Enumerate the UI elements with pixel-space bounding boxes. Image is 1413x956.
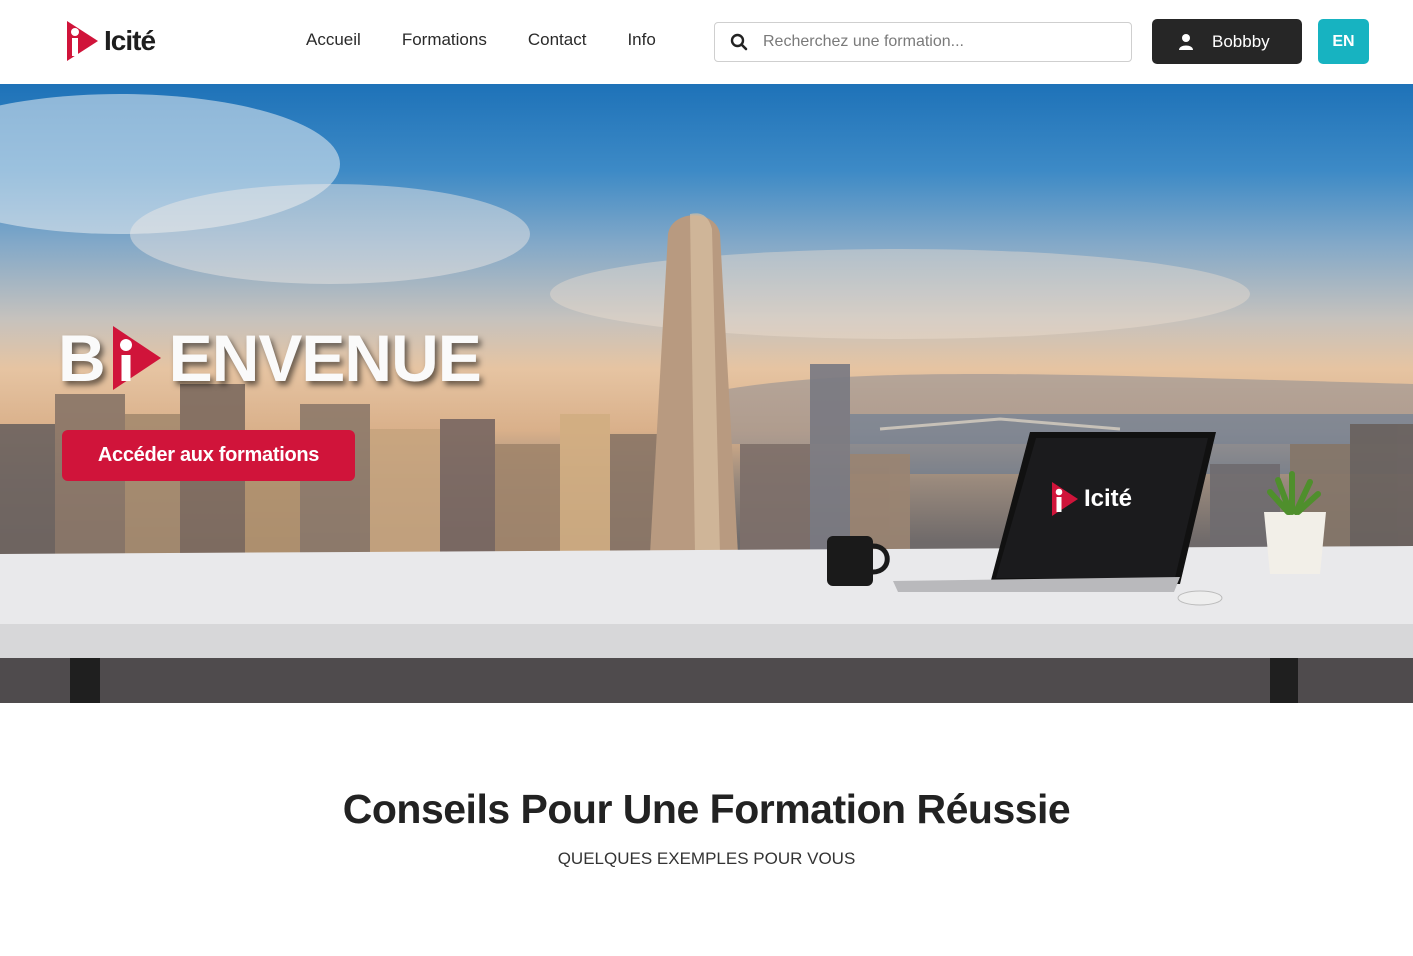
hero-welcome-title: B ENVENUE bbox=[58, 321, 482, 395]
section-subtitle: QUELQUES EXEMPLES POUR VOUS bbox=[557, 849, 856, 868]
search-icon[interactable] bbox=[715, 23, 763, 61]
logo-mark-icon bbox=[112, 326, 161, 390]
hero-banner: Icité B ENVENUE Accéder aux formations bbox=[0, 84, 1413, 703]
access-formations-button[interactable]: Accéder aux formations bbox=[62, 430, 355, 481]
nav-contact[interactable]: Contact bbox=[528, 30, 587, 50]
laptop-screen-logo: Icité bbox=[1050, 480, 1132, 518]
user-account-button[interactable]: Bobbby bbox=[1152, 19, 1302, 64]
welcome-text-end: ENVENUE bbox=[168, 321, 482, 395]
nav-formations[interactable]: Formations bbox=[402, 30, 487, 50]
logo-mark-icon bbox=[67, 21, 98, 61]
section-title: Conseils Pour Une Formation Réussie bbox=[342, 786, 1071, 832]
search-box bbox=[714, 22, 1132, 62]
site-header: Icité Accueil Formations Contact Info Bo… bbox=[0, 0, 1413, 84]
site-logo[interactable]: Icité bbox=[64, 18, 174, 64]
nav-accueil[interactable]: Accueil bbox=[306, 30, 361, 50]
user-name: Bobbby bbox=[1212, 31, 1270, 51]
welcome-text-start: B bbox=[58, 321, 106, 395]
logo-mark-icon bbox=[1052, 482, 1078, 516]
logo-text: Icité bbox=[104, 25, 156, 56]
laptop-logo-text: Icité bbox=[1084, 485, 1133, 512]
user-icon bbox=[1178, 33, 1194, 51]
search-input[interactable] bbox=[763, 33, 1113, 51]
language-button[interactable]: EN bbox=[1318, 19, 1369, 64]
main-nav: Accueil Formations Contact Info bbox=[306, 30, 697, 50]
nav-info[interactable]: Info bbox=[627, 30, 655, 50]
